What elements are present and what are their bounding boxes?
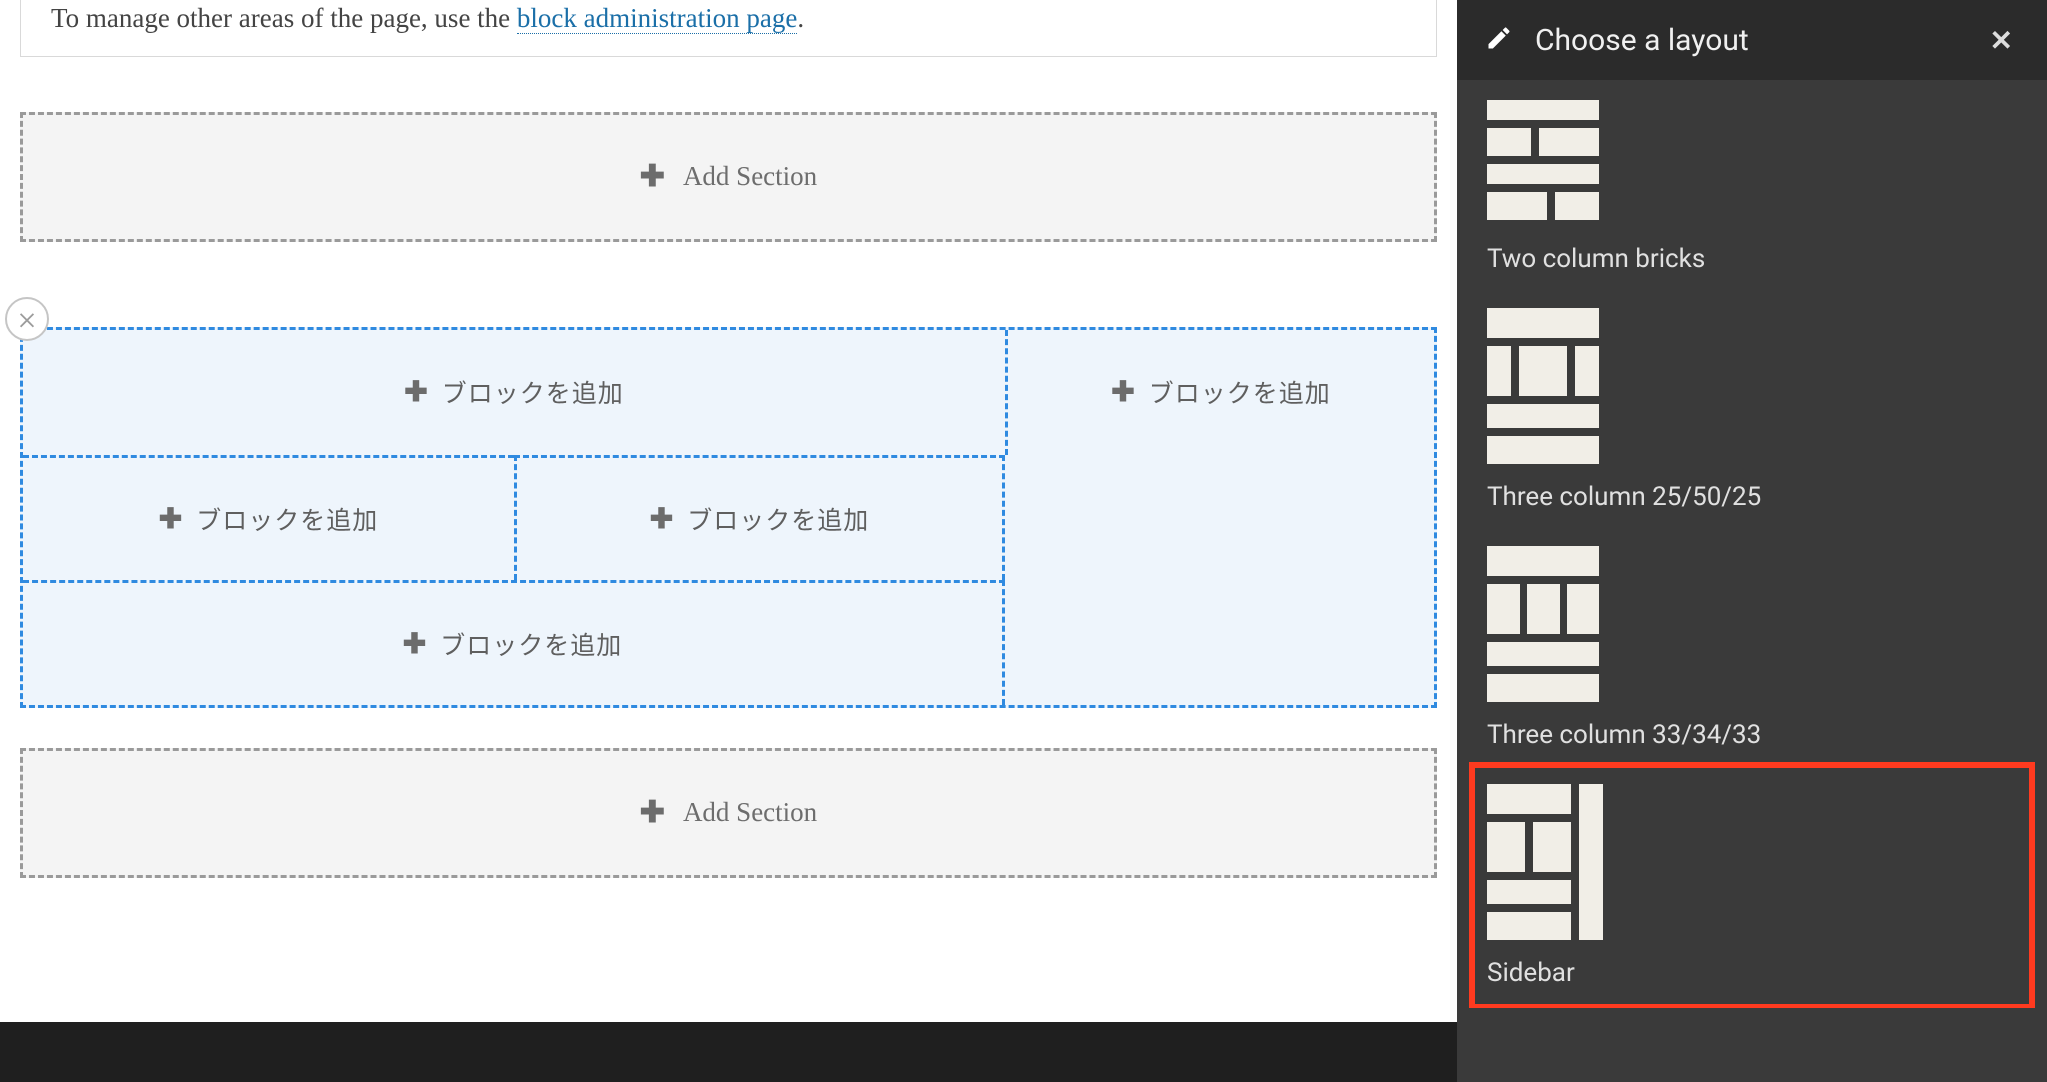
footer-bar xyxy=(0,1022,1457,1082)
pencil-icon xyxy=(1485,24,1513,56)
add-section-bottom[interactable]: ✚ Add Section xyxy=(20,748,1437,878)
add-block-region-mid-right[interactable]: ✚ ブロックを追加 xyxy=(514,455,1005,580)
layout-canvas: To manage other areas of the page, use t… xyxy=(0,0,1457,1082)
layout-preview-icon xyxy=(1487,308,1599,464)
add-section-label: Add Section xyxy=(683,797,817,828)
plus-icon: ✚ xyxy=(640,798,665,828)
info-banner: To manage other areas of the page, use t… xyxy=(20,0,1437,57)
add-block-label: ブロックを追加 xyxy=(440,626,622,662)
plus-icon: ✚ xyxy=(640,162,665,192)
info-text-suffix: . xyxy=(797,3,804,33)
layout-label: Sidebar xyxy=(1487,958,2017,988)
add-section-label: Add Section xyxy=(683,161,817,192)
layout-label: Three column 33/34/33 xyxy=(1487,720,2017,750)
add-block-label: ブロックを追加 xyxy=(442,374,624,410)
close-icon xyxy=(16,308,38,330)
block-admin-link[interactable]: block administration page xyxy=(517,3,797,34)
info-text-prefix: To manage other areas of the page, use t… xyxy=(51,3,517,33)
plus-icon: ✚ xyxy=(650,505,673,533)
panel-title: Choose a layout xyxy=(1535,23,1962,58)
layout-preview-icon xyxy=(1487,784,1603,940)
panel-close-button[interactable]: ✕ xyxy=(1984,18,2019,63)
layout-option-three-25-50-25[interactable]: Three column 25/50/25 xyxy=(1487,308,2017,512)
add-block-label: ブロックを追加 xyxy=(687,501,869,537)
layout-option-three-33-34-33[interactable]: Three column 33/34/33 xyxy=(1487,546,2017,750)
layout-label: Two column bricks xyxy=(1487,244,2017,274)
panel-header: Choose a layout ✕ xyxy=(1457,0,2047,80)
add-section-top[interactable]: ✚ Add Section xyxy=(20,112,1437,242)
section-wrapper: ✚ ブロックを追加 ✚ ブロックを追加 ✚ ブロックを追加 ✚ xyxy=(20,327,1437,708)
layout-preview-icon xyxy=(1487,100,1599,226)
add-block-region-sidebar[interactable]: ✚ ブロックを追加 xyxy=(1005,330,1434,455)
layout-list: Two column bricks Three column 25/50/25 xyxy=(1457,80,2047,1008)
plus-icon: ✚ xyxy=(1111,378,1134,406)
add-block-region-mid-left[interactable]: ✚ ブロックを追加 xyxy=(23,455,514,580)
add-block-region-top-main[interactable]: ✚ ブロックを追加 xyxy=(23,330,1005,455)
section-row-2: ✚ ブロックを追加 ✚ ブロックを追加 xyxy=(23,455,1005,580)
layout-preview-icon xyxy=(1487,546,1599,702)
add-block-label: ブロックを追加 xyxy=(196,501,378,537)
add-block-region-bottom[interactable]: ✚ ブロックを追加 xyxy=(23,580,1005,705)
layout-option-sidebar[interactable]: Sidebar xyxy=(1473,766,2031,1006)
active-section: ✚ ブロックを追加 ✚ ブロックを追加 ✚ ブロックを追加 ✚ xyxy=(20,327,1437,708)
layout-label: Three column 25/50/25 xyxy=(1487,482,2017,512)
add-block-label: ブロックを追加 xyxy=(1149,374,1331,410)
section-row-3: ✚ ブロックを追加 xyxy=(23,580,1005,705)
section-row-1: ✚ ブロックを追加 ✚ ブロックを追加 xyxy=(23,330,1434,455)
info-text: To manage other areas of the page, use t… xyxy=(51,0,1406,38)
plus-icon: ✚ xyxy=(404,378,427,406)
layout-option-two-column-bricks[interactable]: Two column bricks xyxy=(1487,100,2017,274)
plus-icon: ✚ xyxy=(159,505,182,533)
layout-chooser-panel: Choose a layout ✕ Two column bricks xyxy=(1457,0,2047,1082)
plus-icon: ✚ xyxy=(403,630,426,658)
remove-section-button[interactable] xyxy=(5,297,49,341)
